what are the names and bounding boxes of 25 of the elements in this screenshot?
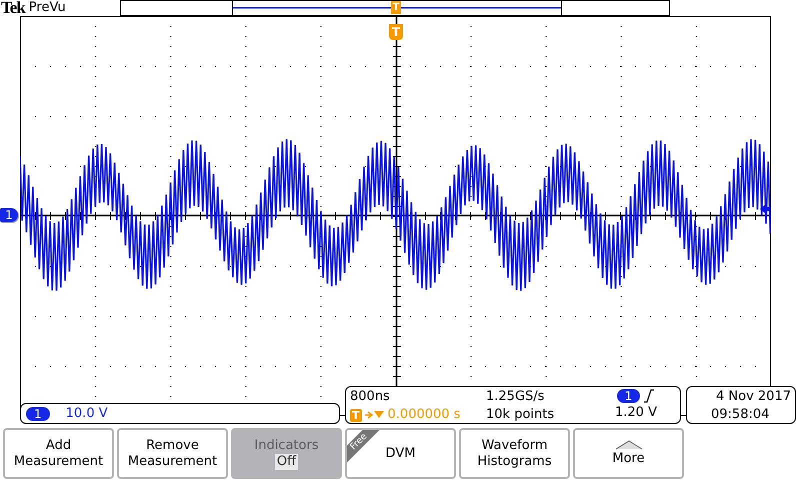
trigger-marker: T: [391, 1, 401, 14]
arrow-icon: [364, 409, 385, 421]
channel-badge: 1: [26, 406, 50, 420]
mode-label: PreVu: [28, 0, 66, 15]
toggle-value: Off: [274, 454, 298, 470]
sample-rate: 1.25GS/s: [486, 388, 546, 406]
trigger-marker: T: [389, 24, 403, 40]
more-button[interactable]: More: [573, 428, 684, 479]
menu-button[interactable]: Remove Measurement: [117, 428, 228, 479]
time-scale: 800ns: [350, 388, 391, 406]
menu-button[interactable]: Add Measurement: [3, 428, 114, 479]
trigger-level: 1.20 V: [615, 404, 657, 422]
rising-edge-icon: [643, 389, 656, 403]
time-text: 09:58:04: [711, 406, 770, 424]
brand-logo: Tek: [1, 0, 25, 16]
caret-up-icon: [614, 440, 642, 450]
menu-button[interactable]: Waveform Histograms: [459, 428, 570, 479]
vertical-scale: 10.0 V: [66, 406, 108, 421]
channel-marker: 1: [0, 208, 18, 222]
trigger-badge: T: [350, 408, 362, 422]
record-length: 10k points: [486, 406, 556, 424]
date-text: 4 Nov 2017: [716, 388, 791, 406]
level-arrow-icon: [760, 202, 770, 216]
trigger-source-badge: 1: [616, 389, 640, 403]
trigger-position: 0.000000 s: [388, 406, 460, 424]
